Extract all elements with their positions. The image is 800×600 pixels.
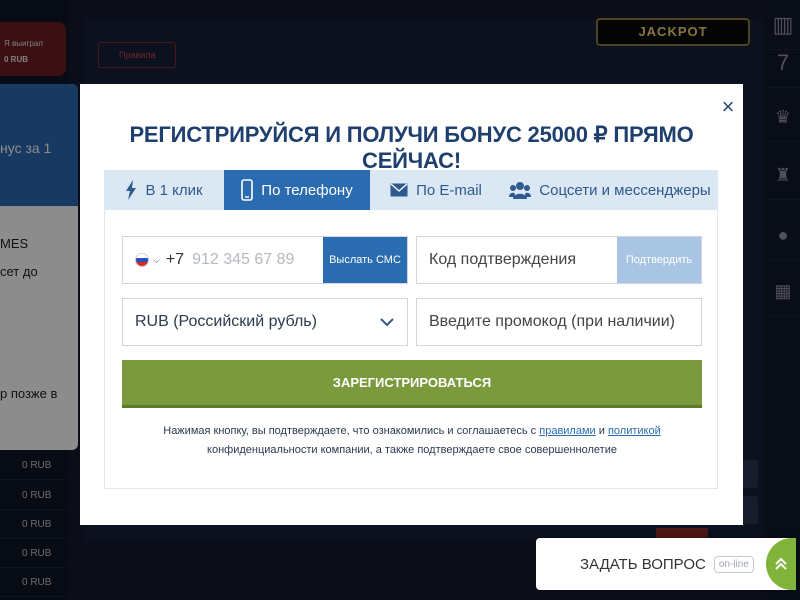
modal-title: РЕГИСТРИРУЙСЯ И ПОЛУЧИ БОНУС 25000 ₽ ПРЯ… xyxy=(129,122,694,173)
lightning-icon xyxy=(125,180,137,200)
phone-input[interactable] xyxy=(192,251,309,269)
confirm-button[interactable]: Подтвердить xyxy=(617,237,701,283)
double-chevron-up-icon[interactable] xyxy=(766,538,796,590)
promo-code-field xyxy=(416,298,702,346)
phone-icon xyxy=(241,179,254,201)
tab-email[interactable]: По E-mail xyxy=(370,170,502,210)
phone-prefix: +7 xyxy=(165,251,185,268)
tab-social[interactable]: Соцсети и мессенджеры xyxy=(502,170,718,210)
tab-phone[interactable]: По телефону xyxy=(224,170,370,210)
tab-label: По E-mail xyxy=(416,181,482,199)
people-icon xyxy=(509,181,532,199)
terms-text: Нажимая кнопку, вы подтверждаете, что оз… xyxy=(122,422,702,460)
currency-value: RUB (Российский рубль) xyxy=(135,313,317,330)
terms-text-part: Нажимая кнопку, вы подтверждаете, что оз… xyxy=(163,425,540,437)
rules-link[interactable]: правилами xyxy=(539,425,595,437)
phone-field: ⌵ +7 Выслать СМС xyxy=(122,236,408,284)
envelope-icon xyxy=(390,183,408,197)
currency-select[interactable]: RUB (Российский рубль) xyxy=(122,298,408,346)
tab-one-click[interactable]: В 1 клик xyxy=(104,170,224,210)
chevron-down-icon xyxy=(377,317,397,327)
ask-question-widget[interactable]: ЗАДАТЬ ВОПРОС on-line xyxy=(536,538,796,590)
register-button[interactable]: ЗАРЕГИСТРИРОВАТЬСЯ xyxy=(122,360,702,408)
policy-link[interactable]: политикой xyxy=(608,425,661,437)
russia-flag-icon[interactable] xyxy=(135,253,149,267)
send-sms-button[interactable]: Выслать СМС xyxy=(323,237,407,283)
ask-question-label: ЗАДАТЬ ВОПРОС xyxy=(580,555,706,573)
tab-label: Соцсети и мессенджеры xyxy=(539,181,711,199)
promo-code-input[interactable] xyxy=(417,313,687,331)
tab-label: В 1 клик xyxy=(145,181,203,199)
terms-text-part: и xyxy=(595,425,608,437)
terms-text-part: конфиденциальности компании, а также под… xyxy=(207,444,617,456)
confirmation-code-input[interactable] xyxy=(417,251,617,269)
registration-tabs: В 1 клик По телефону По E-mail Соцсети и… xyxy=(104,170,718,210)
online-badge: on-line xyxy=(713,555,754,573)
tab-label: По телефону xyxy=(261,181,353,199)
chevron-down-icon[interactable]: ⌵ xyxy=(153,255,160,266)
confirmation-code-field: Подтвердить xyxy=(416,236,702,284)
close-icon[interactable]: × xyxy=(718,96,738,118)
